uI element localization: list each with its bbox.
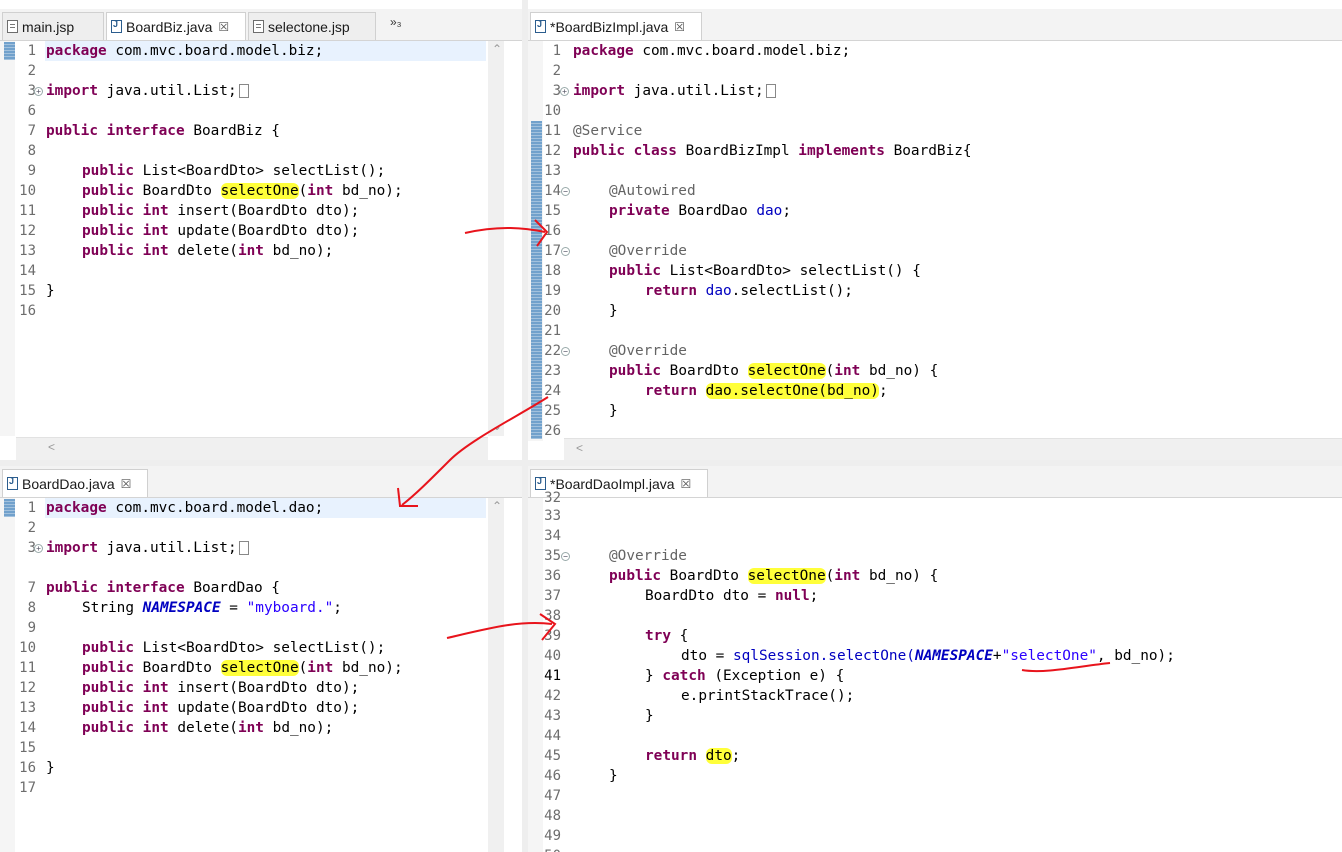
red-arrow-dao-to-daoimpl	[446, 621, 553, 639]
red-arrow-impl-to-dao	[401, 396, 549, 506]
red-arrowhead	[397, 487, 418, 507]
red-underline-selectone	[1021, 662, 1111, 673]
red-arrow-biz-to-impl	[464, 227, 546, 234]
red-arrowhead	[534, 219, 549, 247]
annotation-overlay	[397, 219, 1111, 673]
red-arrowhead	[539, 613, 557, 641]
